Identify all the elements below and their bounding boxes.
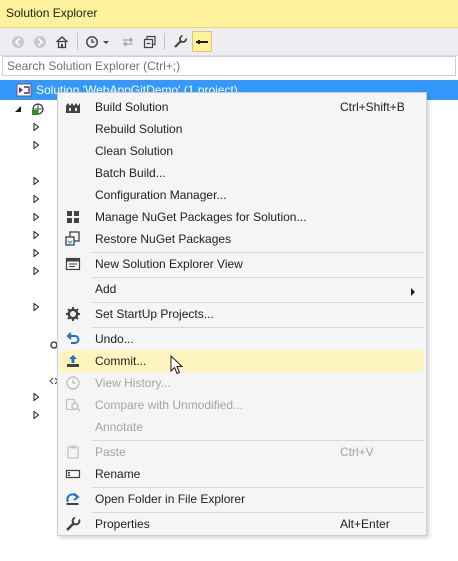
properties-icon[interactable] xyxy=(170,31,190,52)
compare-icon xyxy=(65,397,81,413)
collapse-arrow-icon[interactable] xyxy=(12,103,24,115)
expand-arrow-icon[interactable] xyxy=(30,211,42,223)
submenu-arrow-icon xyxy=(410,285,416,299)
menu-item-add[interactable]: Add xyxy=(60,278,424,300)
history-icon[interactable] xyxy=(83,31,113,52)
menu-item-annotate[interactable]: Annotate xyxy=(60,416,424,438)
rename-icon xyxy=(65,466,81,482)
open-folder-icon xyxy=(65,491,81,507)
commit-icon xyxy=(65,353,81,369)
window-title: Solution Explorer xyxy=(6,6,98,20)
restore-icon xyxy=(65,231,81,247)
context-menu: Build Solution Ctrl+Shift+B Rebuild Solu… xyxy=(57,92,427,536)
expand-arrow-icon[interactable] xyxy=(30,409,42,421)
paste-icon xyxy=(65,444,81,460)
menu-item-new-solution-explorer-view[interactable]: New Solution Explorer View xyxy=(60,253,424,275)
menu-item-set-startup-projects[interactable]: Set StartUp Projects... xyxy=(60,303,424,325)
menu-item-undo[interactable]: Undo... xyxy=(60,328,424,350)
menu-item-paste[interactable]: Paste Ctrl+V xyxy=(60,441,424,463)
project-icon xyxy=(32,103,44,115)
wrench-icon xyxy=(65,516,81,532)
search-box[interactable] xyxy=(2,56,456,76)
build-icon xyxy=(65,99,81,115)
expand-arrow-icon[interactable] xyxy=(30,175,42,187)
home-icon[interactable] xyxy=(52,31,72,52)
undo-icon xyxy=(65,331,81,347)
title-bar: Solution Explorer xyxy=(0,0,458,28)
menu-item-configuration-manager[interactable]: Configuration Manager... xyxy=(60,184,424,206)
expand-arrow-icon[interactable] xyxy=(30,229,42,241)
expand-arrow-icon[interactable] xyxy=(30,139,42,151)
menu-item-rebuild-solution[interactable]: Rebuild Solution xyxy=(60,118,424,140)
solution-explorer-window: Solution Explorer Search Solution Explor… xyxy=(0,0,458,561)
menu-item-batch-build[interactable]: Batch Build... xyxy=(60,162,424,184)
new-view-icon xyxy=(65,256,81,272)
history-icon xyxy=(65,375,81,391)
expand-arrow-icon[interactable] xyxy=(30,193,42,205)
menu-item-properties[interactable]: Properties Alt+Enter xyxy=(60,513,424,535)
expand-arrow-icon[interactable] xyxy=(30,391,42,403)
expand-arrow-icon[interactable] xyxy=(30,247,42,259)
back-icon[interactable] xyxy=(8,31,28,52)
menu-item-restore-nuget[interactable]: Restore NuGet Packages xyxy=(60,228,424,250)
solution-icon xyxy=(16,83,32,100)
mouse-cursor-icon xyxy=(170,354,184,378)
nuget-icon xyxy=(65,209,81,225)
menu-item-view-history[interactable]: View History... xyxy=(60,372,424,394)
expand-arrow-icon[interactable] xyxy=(30,265,42,277)
menu-item-manage-nuget[interactable]: Manage NuGet Packages for Solution... xyxy=(60,206,424,228)
search-input[interactable] xyxy=(3,57,455,75)
menu-item-commit[interactable]: Commit... xyxy=(60,350,424,372)
pin-icon[interactable] xyxy=(192,31,212,52)
expand-arrow-icon[interactable] xyxy=(30,301,42,313)
toolbar xyxy=(0,28,458,56)
forward-icon[interactable] xyxy=(30,31,50,52)
menu-item-clean-solution[interactable]: Clean Solution xyxy=(60,140,424,162)
menu-item-build-solution[interactable]: Build Solution Ctrl+Shift+B xyxy=(60,96,424,118)
menu-item-rename[interactable]: Rename xyxy=(60,463,424,485)
menu-item-open-folder[interactable]: Open Folder in File Explorer xyxy=(60,488,424,510)
gear-icon xyxy=(65,306,81,322)
expand-arrow-icon[interactable] xyxy=(30,121,42,133)
sync-icon[interactable] xyxy=(118,31,138,52)
menu-item-compare-with-unmodified[interactable]: Compare with Unmodified... xyxy=(60,394,424,416)
collapse-all-icon[interactable] xyxy=(140,31,160,52)
